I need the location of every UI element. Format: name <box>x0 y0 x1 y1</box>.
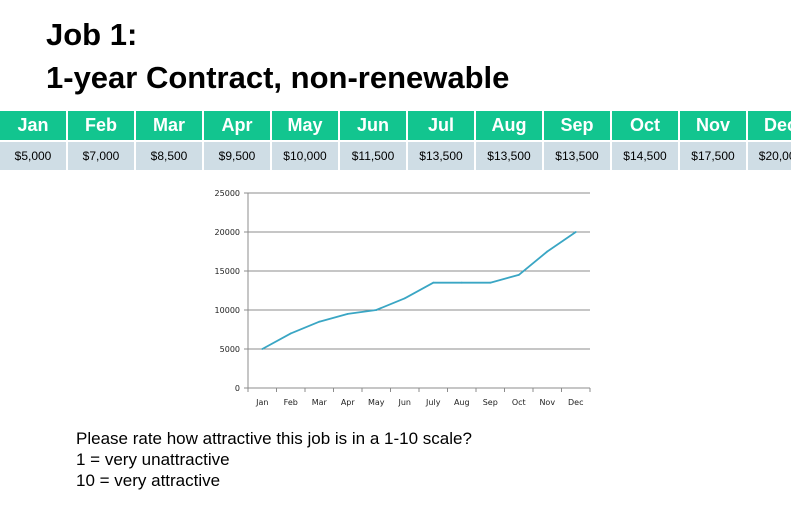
x-tick-label: July <box>425 398 441 407</box>
data-point <box>346 313 349 315</box>
chart-series <box>261 231 577 350</box>
x-tick-label: Feb <box>284 398 298 407</box>
month-header-cell: Jan <box>0 111 68 142</box>
amount-cell: $8,500 <box>136 142 204 170</box>
x-tick-label: Mar <box>312 398 328 407</box>
data-point <box>289 332 292 335</box>
x-axis-ticks: Jan Feb Mar Apr May Jun July Aug Sep Oct Nov Dec <box>255 398 583 407</box>
data-point <box>403 297 406 300</box>
rating-scale-min: 1 = very unattractive <box>76 450 230 469</box>
amount-cell: $11,500 <box>340 142 408 170</box>
month-header-cell: Jul <box>408 111 476 142</box>
amount-cell: $13,500 <box>408 142 476 170</box>
data-point <box>574 231 577 233</box>
chart-grid <box>248 192 590 350</box>
y-axis-ticks: 0 5000 10000 15000 20000 25000 <box>215 189 240 393</box>
amount-cell: $7,000 <box>68 142 136 170</box>
y-tick-label: 10000 <box>215 306 240 315</box>
y-tick-label: 15000 <box>215 267 240 276</box>
month-header-cell: Jun <box>340 111 408 142</box>
month-header-cell: Apr <box>204 111 272 142</box>
data-point <box>261 348 264 350</box>
amount-cell: $9,500 <box>204 142 272 170</box>
data-point <box>318 320 321 323</box>
month-header-cell: Aug <box>476 111 544 142</box>
salary-table: Jan Feb Mar Apr May Jun Jul Aug Sep Oct … <box>0 111 791 170</box>
amount-cell: $13,500 <box>476 142 544 170</box>
amount-row: $5,000 $7,000 $8,500 $9,500 $10,000 $11,… <box>0 142 791 170</box>
x-tick-label: Jun <box>398 398 412 407</box>
y-tick-label: 25000 <box>215 189 240 198</box>
x-tick-label: May <box>368 398 385 407</box>
month-header-cell: Mar <box>136 111 204 142</box>
month-header-row: Jan Feb Mar Apr May Jun Jul Aug Sep Oct … <box>0 111 791 142</box>
data-point <box>546 250 549 253</box>
data-point <box>460 281 463 284</box>
x-tick-label: Nov <box>539 398 555 407</box>
x-tick-label: Apr <box>341 398 356 407</box>
amount-cell: $17,500 <box>680 142 748 170</box>
data-point <box>489 281 492 284</box>
y-tick-label: 20000 <box>215 228 240 237</box>
amount-cell: $5,000 <box>0 142 68 170</box>
month-header-cell: Nov <box>680 111 748 142</box>
y-tick-label: 0 <box>235 384 240 393</box>
amount-cell: $14,500 <box>612 142 680 170</box>
month-header-cell: Oct <box>612 111 680 142</box>
x-tick-label: Dec <box>568 398 583 407</box>
data-point <box>432 281 435 284</box>
month-header-cell: Feb <box>68 111 136 142</box>
y-tick-label: 5000 <box>220 345 240 354</box>
x-tick-label: Sep <box>483 398 498 407</box>
amount-cell: $20,000 <box>748 142 791 170</box>
data-point <box>375 309 378 311</box>
salary-line-chart: 0 5000 10000 15000 20000 25000 Jan Feb Mar Apr Ma… <box>215 189 591 407</box>
slide-title: Job 1: <box>46 17 138 52</box>
x-tick-label: Oct <box>512 398 526 407</box>
data-point <box>517 274 520 276</box>
slide-subtitle: 1-year Contract, non-renewable <box>46 60 510 95</box>
amount-cell: $10,000 <box>272 142 340 170</box>
month-header-cell: Sep <box>544 111 612 142</box>
x-tick-label: Jan <box>255 398 268 407</box>
x-tick-label: Aug <box>454 398 470 407</box>
rating-scale-max: 10 = very attractive <box>76 471 221 490</box>
salary-series-line <box>261 231 577 350</box>
rating-prompt: Please rate how attractive this job is i… <box>76 428 472 491</box>
rating-question: Please rate how attractive this job is i… <box>76 429 472 448</box>
amount-cell: $13,500 <box>544 142 612 170</box>
month-header-cell: Dec <box>748 111 791 142</box>
month-header-cell: May <box>272 111 340 142</box>
